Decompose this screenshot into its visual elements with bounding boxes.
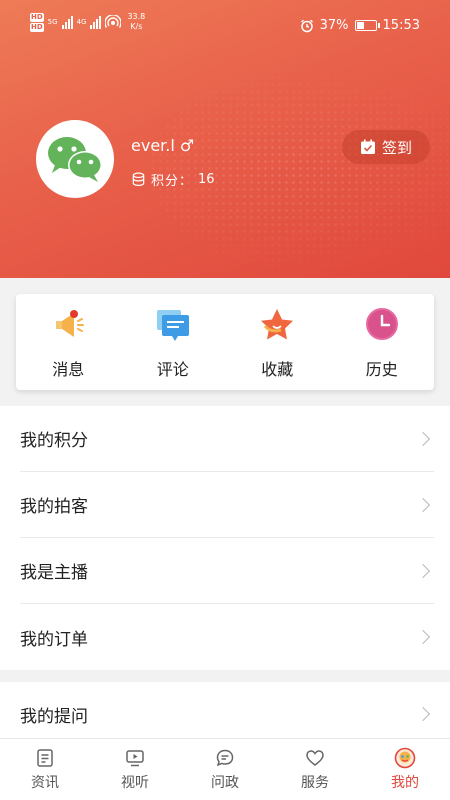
alarm-icon <box>300 19 313 32</box>
tab-mine-label: 我的 <box>391 775 419 791</box>
net-speed-value: 33.8 <box>127 12 146 21</box>
menu-item-label: 我的积分 <box>20 431 88 451</box>
menu-item-label: 我的拍客 <box>20 497 88 517</box>
coins-icon <box>132 172 145 187</box>
header-dot-pattern <box>150 60 450 278</box>
menu-item-my-orders[interactable]: 我的订单 <box>20 604 434 670</box>
checkin-button[interactable]: 签到 <box>342 130 430 164</box>
signal-icon-1 <box>61 15 73 29</box>
checkin-label: 签到 <box>381 138 412 157</box>
status-right: 37% 15:53 <box>300 18 420 33</box>
signal-icon-2 <box>90 15 102 29</box>
sim1-label: HD <box>30 12 44 22</box>
menu-item-my-points[interactable]: 我的积分 <box>20 406 434 472</box>
quick-action-messages[interactable]: 消息 <box>16 294 121 390</box>
quick-actions-card: 消息 评论 收藏 历史 <box>16 294 434 390</box>
quick-action-favorites-label: 收藏 <box>261 360 294 379</box>
clock-icon <box>364 307 400 343</box>
chat-icon <box>214 747 236 769</box>
menu-item-label: 我是主播 <box>20 563 88 583</box>
profile-header: HD HD 5G 4G 33.8 K/s 37% 15:53 ever.l ♂ … <box>0 0 450 278</box>
tab-video-label: 视听 <box>121 775 149 791</box>
menu-list: 我的积分 我的拍客 我是主播 我的订单 <box>0 406 450 670</box>
menu-item-my-questions[interactable]: 我的提问 <box>20 682 434 740</box>
menu-item-label: 我的订单 <box>20 629 88 650</box>
tab-services-label: 服务 <box>301 775 329 791</box>
tab-mine[interactable]: 我的 <box>360 739 450 800</box>
tab-services[interactable]: 服务 <box>270 739 360 800</box>
clock-time: 15:53 <box>382 18 420 33</box>
tab-news-label: 资讯 <box>31 775 59 791</box>
chevron-right-icon <box>415 629 431 645</box>
quick-action-comments-label: 评论 <box>156 360 189 379</box>
chevron-right-icon <box>415 431 431 446</box>
video-icon <box>124 747 146 769</box>
tab-news[interactable]: 资讯 <box>0 739 90 800</box>
battery-percent: 37% <box>319 18 349 33</box>
menu-item-i-am-host[interactable]: 我是主播 <box>20 538 434 604</box>
heart-icon <box>304 747 326 769</box>
calendar-check-icon <box>360 139 375 154</box>
bottom-tab-bar: 资讯 视听 问政 服务 我的 <box>0 738 450 800</box>
username[interactable]: ever.l ♂ <box>131 136 194 155</box>
points-value: 16 <box>198 172 215 187</box>
megaphone-icon <box>50 307 86 343</box>
net2-label: 4G <box>76 18 87 26</box>
status-bar: HD HD 5G 4G 33.8 K/s 37% 15:53 <box>0 12 450 40</box>
sim2-label: HD <box>30 22 44 32</box>
net1-label: 5G <box>47 18 58 26</box>
menu-item-label: 我的提问 <box>20 706 88 727</box>
tab-politics[interactable]: 问政 <box>180 739 270 800</box>
chevron-right-icon <box>415 497 431 512</box>
net-speed: 33.8 K/s <box>127 12 145 32</box>
chevron-right-icon <box>415 706 431 722</box>
star-icon <box>259 307 295 343</box>
comment-icon <box>155 307 191 343</box>
net-speed-unit: K/s <box>130 22 143 31</box>
battery-icon <box>354 20 380 31</box>
menu-item-my-reporter[interactable]: 我的拍客 <box>20 472 434 538</box>
gender-icon: ♂ <box>179 136 195 155</box>
username-text: ever.l <box>131 136 175 155</box>
tab-video[interactable]: 视听 <box>90 739 180 800</box>
avatar[interactable] <box>36 120 114 198</box>
news-icon <box>34 747 56 769</box>
hotspot-icon <box>105 15 122 28</box>
quick-action-history-label: 历史 <box>365 360 398 379</box>
sim-indicators: HD HD <box>30 12 44 32</box>
quick-action-favorites[interactable]: 收藏 <box>225 294 330 390</box>
quick-action-history[interactable]: 历史 <box>330 294 435 390</box>
points-label: 积分： <box>151 174 194 189</box>
status-left: HD HD 5G 4G 33.8 K/s <box>30 12 145 32</box>
quick-action-comments[interactable]: 评论 <box>121 294 226 390</box>
chevron-right-icon <box>415 563 431 578</box>
wechat-logo-icon <box>48 137 102 182</box>
points-summary[interactable]: 积分： 16 <box>131 170 215 189</box>
quick-action-messages-label: 消息 <box>52 360 85 379</box>
tab-politics-label: 问政 <box>211 775 239 791</box>
profile-icon <box>394 747 416 769</box>
menu-list-secondary: 我的提问 <box>0 682 450 740</box>
